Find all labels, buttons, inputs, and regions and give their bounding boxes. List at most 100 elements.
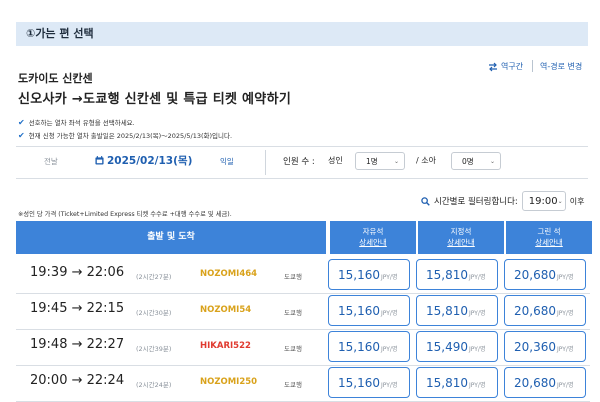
fare-unit: JPY/명 xyxy=(381,345,398,353)
note-text: 현재 신청 가능한 열차 출발일은 2025/2/13(목)～2025/5/13… xyxy=(28,132,233,140)
fare-button-unreserved[interactable]: 15,160 JPY/명 xyxy=(328,259,410,290)
destination: 도쿄행 xyxy=(284,381,302,389)
seat-details-link[interactable]: 상세안내 xyxy=(330,237,416,248)
fare-button-reserved[interactable]: 15,810 JPY/명 xyxy=(416,367,498,398)
fare-amount: 15,810 xyxy=(426,303,468,318)
seat-details-link[interactable]: 상세안내 xyxy=(418,237,504,248)
fare-amount: 15,810 xyxy=(426,267,468,282)
table-row: 19:45 → 22:15 (2시간30분) NOZOMI54 도쿄행 15,1… xyxy=(16,293,590,330)
adult-count-value: 1명 xyxy=(366,156,378,166)
duration: (2시간30분) xyxy=(136,309,172,317)
seat-type-name: 그린 석 xyxy=(537,227,561,236)
fare-unit: JPY/명 xyxy=(469,273,486,281)
child-label: / 소아 xyxy=(416,156,436,165)
train-name: NOZOMI250 xyxy=(200,377,258,387)
header-seat-reserved: 지정석 상세안내 xyxy=(418,221,504,254)
line-name: 도카이도 신칸센 xyxy=(18,72,93,85)
fare-button-reserved[interactable]: 15,810 JPY/명 xyxy=(416,295,498,326)
note-text: 선호하는 열차 좌석 유형을 선택하세요. xyxy=(28,119,135,127)
fare-amount: 20,680 xyxy=(514,375,556,390)
route-change-button[interactable]: 역-경로 변경 xyxy=(540,61,582,72)
next-day-link[interactable]: 익일 xyxy=(220,156,234,167)
fare-unit: JPY/명 xyxy=(557,273,574,281)
departure-arrival-time: 19:48 → 22:27 xyxy=(30,337,125,352)
destination: 도쿄행 xyxy=(284,273,302,281)
fare-unit: JPY/명 xyxy=(469,381,486,389)
departure-arrival-time: 19:45 → 22:15 xyxy=(30,301,125,316)
fare-unit: JPY/명 xyxy=(381,381,398,389)
table-row: 20:00 → 22:24 (2시간24분) NOZOMI250 도쿄행 15,… xyxy=(16,365,590,402)
table-row: 19:48 → 22:27 (2시간39분) HIKARI522 도쿄행 15,… xyxy=(16,329,590,366)
adult-label: 성인 xyxy=(328,156,343,165)
section-title: ①가는 편 선택 xyxy=(16,22,588,46)
search-icon xyxy=(421,196,430,206)
destination: 도쿄행 xyxy=(284,345,302,353)
fare-button-green[interactable]: 20,360 JPY/명 xyxy=(504,331,586,362)
divider xyxy=(265,150,266,175)
fare-button-unreserved[interactable]: 15,160 JPY/명 xyxy=(328,295,410,326)
duration: (2시간39분) xyxy=(136,345,172,353)
fare-amount: 15,160 xyxy=(338,303,380,318)
fare-button-unreserved[interactable]: 15,160 JPY/명 xyxy=(328,367,410,398)
fare-unit: JPY/명 xyxy=(557,381,574,389)
fare-amount: 20,680 xyxy=(514,303,556,318)
fare-button-green[interactable]: 20,680 JPY/명 xyxy=(504,295,586,326)
departure-arrival-time: 19:39 → 22:06 xyxy=(30,265,125,280)
time-filter-label: 시간별로 필터링합니다: xyxy=(434,197,518,207)
chevron-down-icon: ⌄ xyxy=(557,197,563,205)
reverse-route-button[interactable]: 역구간 xyxy=(488,61,523,72)
fare-amount: 15,160 xyxy=(338,375,380,390)
divider xyxy=(532,60,533,72)
fare-unit: JPY/명 xyxy=(381,309,398,317)
calendar-icon xyxy=(95,156,104,165)
check-icon: ✔ xyxy=(18,117,25,127)
child-count-select[interactable]: 0명 ⌄ xyxy=(451,152,501,170)
table-row: 19:39 → 22:06 (2시간27분) NOZOMI464 도쿄행 15,… xyxy=(16,257,590,294)
duration: (2시간27분) xyxy=(136,273,172,281)
fare-button-reserved[interactable]: 15,810 JPY/명 xyxy=(416,259,498,290)
fare-unit: JPY/명 xyxy=(557,345,574,353)
train-name: HIKARI522 xyxy=(200,341,251,351)
check-icon: ✔ xyxy=(18,130,25,140)
prev-day-link[interactable]: 전날 xyxy=(44,156,58,167)
departure-arrival-time: 20:00 → 22:24 xyxy=(30,373,125,388)
time-filter-select[interactable]: 19:00 ⌄ xyxy=(521,191,566,211)
page-title: 신오사카 →도쿄행 신칸센 및 특급 티켓 예약하기 xyxy=(18,92,292,107)
header-seat-unreserved: 자유석 상세안내 xyxy=(330,221,416,254)
fare-note: ※성인 당 가격 (Ticket+Limited Express 티켓 수수료 … xyxy=(18,211,232,218)
fare-unit: JPY/명 xyxy=(469,345,486,353)
fare-unit: JPY/명 xyxy=(557,309,574,317)
seat-type-name: 지정석 xyxy=(450,227,472,236)
train-name: NOZOMI54 xyxy=(200,305,252,315)
fare-button-green[interactable]: 20,680 JPY/명 xyxy=(504,259,586,290)
note-item: ✔ 선호하는 열차 좌석 유형을 선택하세요. xyxy=(18,117,135,128)
adult-count-select[interactable]: 1명 ⌄ xyxy=(355,152,405,170)
chevron-down-icon: ⌄ xyxy=(393,157,399,165)
header-seat-green: 그린 석 상세안내 xyxy=(506,221,592,254)
note-item: ✔ 현재 신청 가능한 열차 출발일은 2025/2/13(목)～2025/5/… xyxy=(18,130,233,141)
child-count-value: 0명 xyxy=(462,156,474,166)
fare-amount: 20,360 xyxy=(514,339,556,354)
current-date-label: 2025/02/13(목) xyxy=(107,155,193,167)
fare-amount: 20,680 xyxy=(514,267,556,282)
seat-details-link[interactable]: 상세안내 xyxy=(506,237,592,248)
fare-unit: JPY/명 xyxy=(381,273,398,281)
destination: 도쿄행 xyxy=(284,309,302,317)
reverse-route-label: 역구간 xyxy=(501,62,524,71)
fare-button-unreserved[interactable]: 15,160 JPY/명 xyxy=(328,331,410,362)
current-date-button[interactable]: 2025/02/13(목) xyxy=(95,153,192,168)
swap-icon xyxy=(489,62,497,71)
passenger-count-label: 인원 수 : xyxy=(283,157,315,167)
fare-button-green[interactable]: 20,680 JPY/명 xyxy=(504,367,586,398)
fare-amount: 15,490 xyxy=(426,339,468,354)
fare-amount: 15,160 xyxy=(338,339,380,354)
chevron-down-icon: ⌄ xyxy=(489,157,495,165)
fare-unit: JPY/명 xyxy=(469,309,486,317)
time-filter-suffix: 이후 xyxy=(569,196,585,206)
train-name: NOZOMI464 xyxy=(200,269,258,279)
seat-type-name: 자유석 xyxy=(362,227,384,236)
fare-amount: 15,810 xyxy=(426,375,468,390)
time-filter: 시간별로 필터링합니다: 19:00 ⌄ 이후 xyxy=(421,191,585,211)
time-filter-value: 19:00 xyxy=(528,195,558,207)
fare-button-reserved[interactable]: 15,490 JPY/명 xyxy=(416,331,498,362)
